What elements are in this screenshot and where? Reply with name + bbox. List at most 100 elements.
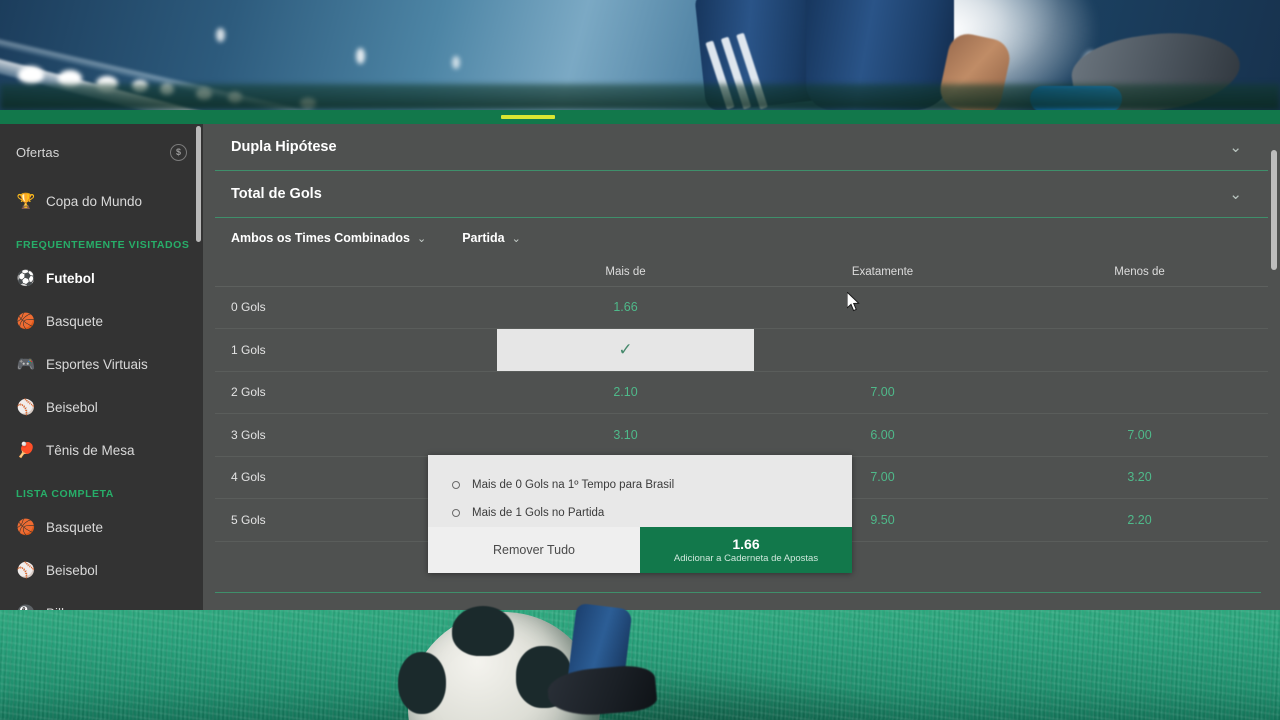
chevron-down-icon[interactable]: ⌄	[1229, 140, 1242, 155]
stadium-lamp-icon	[18, 66, 44, 84]
list-item[interactable]: Mais de 1 Gols no Partida	[448, 499, 852, 527]
odds-cell-menos-de[interactable]: 3.20	[1011, 456, 1268, 499]
odds-table-header-row: Mais de Exatamente Menos de	[215, 258, 1268, 287]
column-header-mais-de: Mais de	[497, 258, 754, 287]
odds-cell-mais-de[interactable]: 1.66	[497, 286, 754, 329]
filter-partida[interactable]: Partida ⌄	[462, 231, 521, 245]
odds-cell-mais-de-selected[interactable]: ✓	[497, 328, 754, 372]
odds-cell-exatamente[interactable]	[754, 286, 1011, 329]
sidebar-offers-label: Ofertas	[16, 144, 60, 160]
sidebar-item-label: Basquete	[46, 520, 104, 535]
add-to-betslip-label: Adicionar a Caderneta de Apostas	[673, 552, 819, 564]
odds-cell-menos-de[interactable]: 7.00	[1011, 413, 1268, 457]
sidebar-item-label: Basquete	[46, 314, 104, 329]
baseball-icon: ⚾	[16, 399, 36, 416]
virtual-sports-icon: 🎮	[16, 356, 36, 373]
column-header-menos-de: Menos de	[1011, 258, 1268, 287]
sidebar-item-copa-do-mundo[interactable]: 🏆 Copa do Mundo	[0, 180, 203, 223]
sidebar-scrollbar-thumb[interactable]	[196, 126, 201, 242]
filter-label: Ambos os Times Combinados	[231, 231, 410, 245]
dollar-circle-icon: $	[170, 143, 187, 161]
row-label: 0 Gols	[215, 286, 497, 329]
app-root: Ofertas $ 🏆 Copa do Mundo FREQUENTEMENTE…	[0, 0, 1280, 720]
row-label: 2 Gols	[215, 371, 497, 414]
market-title: Dupla Hipótese	[231, 139, 337, 155]
table-row: 3 Gols 3.10 6.00 7.00	[215, 413, 1268, 457]
top-nav-bar[interactable]	[0, 110, 1280, 124]
remove-all-button[interactable]: Remover Tudo	[428, 527, 640, 573]
mouse-cursor	[847, 292, 860, 312]
soccer-ball-icon: ⚽	[16, 270, 36, 287]
odds-cell-exatamente[interactable]	[754, 328, 1011, 372]
market-dupla-hipotese[interactable]: Dupla Hipótese ⌄	[215, 124, 1268, 171]
odds-cell-menos-de[interactable]	[1011, 286, 1268, 329]
sidebar-item-futebol[interactable]: ⚽ Futebol	[0, 257, 203, 300]
sidebar-section-heading-frequent: FREQUENTEMENTE VISITADOS	[16, 239, 190, 251]
sidebar-item-beisebol-full[interactable]: ⚾ Beisebol	[0, 549, 203, 592]
sidebar-section-heading-full-list: LISTA COMPLETA	[16, 488, 114, 500]
selection-node-icon	[448, 509, 464, 517]
sidebar-item-ofertas[interactable]: Ofertas $	[0, 124, 203, 180]
sidebar-item-label: Beisebol	[46, 563, 98, 578]
main-scrollbar-thumb[interactable]	[1271, 150, 1277, 270]
basketball-icon: 🏀	[16, 519, 36, 536]
sidebar-item-basquete[interactable]: 🏀 Basquete	[0, 300, 203, 343]
top-banner-stadium-image	[0, 0, 1280, 110]
sidebar-item-label: Futebol	[46, 271, 95, 286]
odds-cell-menos-de[interactable]	[1011, 328, 1268, 372]
ball-patch	[398, 652, 446, 714]
sidebar-item-bilhar[interactable]: 🎱 Bilhar	[0, 592, 203, 610]
odds-cell-exatamente[interactable]: 7.00	[754, 371, 1011, 414]
odds-cell-exatamente[interactable]: 6.00	[754, 413, 1011, 457]
market-filters: Ambos os Times Combinados ⌄ Partida ⌄	[215, 218, 1268, 258]
column-header-exatamente: Exatamente	[754, 258, 1011, 287]
betslip-selection-label: Mais de 1 Gols no Partida	[472, 507, 605, 519]
odds-cell-menos-de[interactable]: 2.20	[1011, 498, 1268, 542]
sidebar: Ofertas $ 🏆 Copa do Mundo FREQUENTEMENTE…	[0, 124, 203, 610]
row-label: 3 Gols	[215, 413, 497, 457]
betslip-selection-list: Mais de 0 Gols na 1º Tempo para Brasil M…	[428, 455, 852, 527]
row-label: 1 Gols	[215, 328, 497, 372]
market-total-de-gols[interactable]: Total de Gols ⌄	[215, 171, 1268, 218]
chevron-down-icon: ⌄	[416, 232, 427, 245]
baseball-icon: ⚾	[16, 562, 36, 579]
active-tab-indicator	[501, 115, 555, 119]
odds-cell-mais-de[interactable]: 2.10	[497, 371, 754, 414]
odds-cell-mais-de[interactable]: 3.10	[497, 413, 754, 457]
selection-node-icon	[448, 481, 464, 489]
betslip-total-odds: 1.66	[732, 535, 760, 552]
chevron-down-icon: ⌄	[511, 232, 521, 245]
sidebar-item-label: Copa do Mundo	[46, 194, 143, 209]
trophy-icon: 🏆	[16, 193, 36, 210]
filter-ambos-os-times-combinados[interactable]: Ambos os Times Combinados ⌄	[231, 231, 426, 245]
betslip-selection-label: Mais de 0 Gols na 1º Tempo para Brasil	[472, 479, 675, 491]
table-row: 0 Gols 1.66	[215, 286, 1268, 329]
table-tennis-icon: 🏓	[16, 442, 36, 459]
odds-cell-menos-de[interactable]	[1011, 371, 1268, 414]
betslip-popup: Mais de 0 Gols na 1º Tempo para Brasil M…	[428, 455, 852, 573]
stadium-lamp-icon	[356, 48, 365, 64]
basketball-icon: 🏀	[16, 313, 36, 330]
panel-bottom-border	[215, 592, 1261, 593]
table-row: 2 Gols 2.10 7.00	[215, 371, 1268, 414]
sidebar-item-tenis-de-mesa[interactable]: 🏓 Tênis de Mesa	[0, 429, 203, 472]
stadium-lamp-icon	[452, 56, 460, 69]
add-to-betslip-button[interactable]: 1.66 Adicionar a Caderneta de Apostas	[640, 527, 852, 573]
stadium-lamp-icon	[216, 28, 225, 42]
list-item[interactable]: Mais de 0 Gols na 1º Tempo para Brasil	[448, 471, 852, 499]
sidebar-item-label: Esportes Virtuais	[46, 357, 148, 372]
ball-patch	[452, 606, 514, 656]
banner-grass-strip	[0, 84, 1280, 110]
sidebar-item-label: Tênis de Mesa	[46, 443, 135, 458]
table-row: 1 Gols ✓	[215, 328, 1268, 372]
chevron-down-icon[interactable]: ⌄	[1229, 187, 1242, 202]
filter-label: Partida	[462, 231, 505, 245]
column-header-blank	[215, 258, 497, 287]
sidebar-item-basquete-full[interactable]: 🏀 Basquete	[0, 506, 203, 549]
sidebar-item-label: Beisebol	[46, 400, 98, 415]
betslip-actions: Remover Tudo 1.66 Adicionar a Caderneta …	[428, 527, 852, 573]
checkmark-icon: ✓	[618, 340, 633, 360]
sidebar-item-beisebol[interactable]: ⚾ Beisebol	[0, 386, 203, 429]
market-title: Total de Gols	[231, 186, 322, 202]
sidebar-item-esportes-virtuais[interactable]: 🎮 Esportes Virtuais	[0, 343, 203, 386]
